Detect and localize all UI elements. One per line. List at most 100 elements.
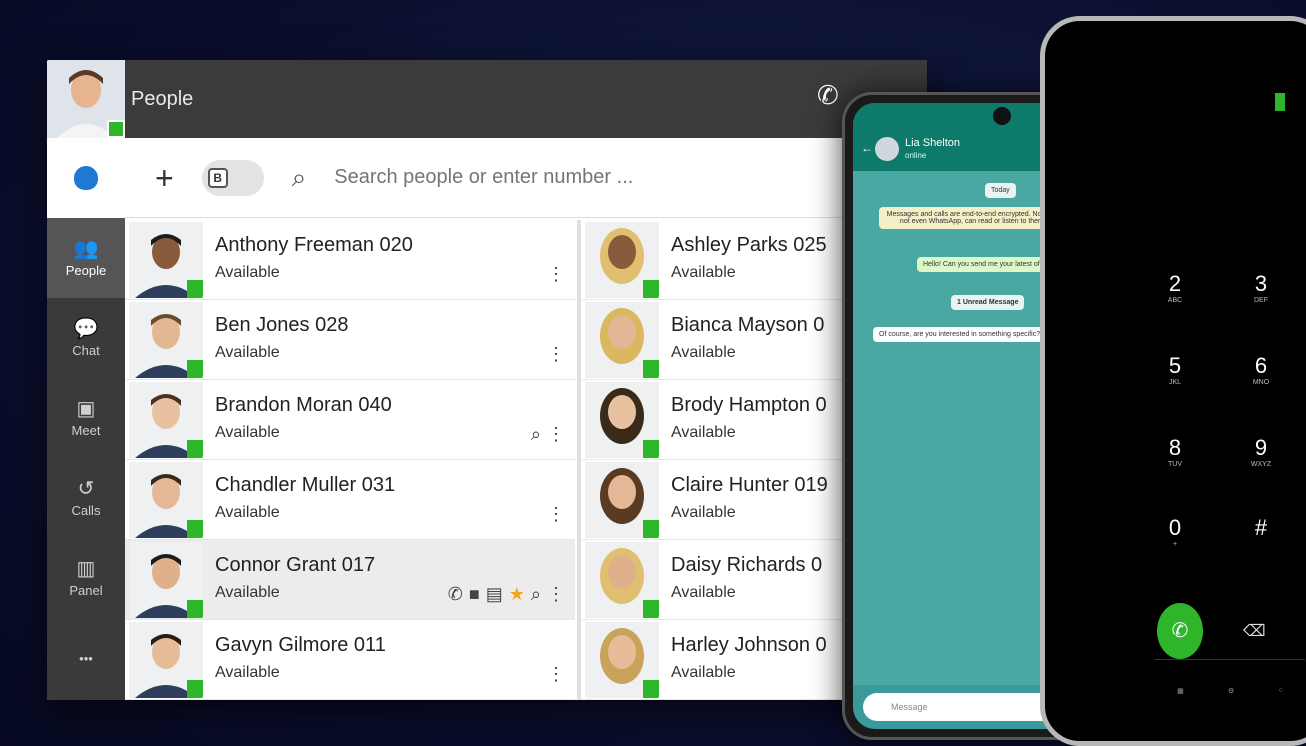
more-options-icon[interactable]: ⋮ <box>547 344 565 365</box>
chat-contact-status: online <box>905 151 927 160</box>
directory-toggle[interactable]: B <box>201 159 264 196</box>
contact-row[interactable]: Brandon Moran 040 Available ⌕ ⋮ <box>125 380 575 460</box>
more-options-icon[interactable]: ⋮ <box>547 664 565 685</box>
contact-status: Available <box>671 664 736 681</box>
rail-item-label: Panel <box>69 582 103 598</box>
contact-photo <box>129 302 203 378</box>
presence-indicator <box>187 680 203 698</box>
keypad-key[interactable]: 8 TUV <box>1155 435 1195 468</box>
rail-item-label: People <box>65 262 107 278</box>
rail-item-people[interactable]: 👥 People <box>47 218 125 298</box>
contact-row[interactable]: Ben Jones 028 Available ⋮ <box>125 300 575 380</box>
chat-icon[interactable]: ▤ <box>486 584 503 605</box>
panel-icon: ▥ <box>76 557 96 580</box>
presence-indicator <box>187 360 203 378</box>
search-icon[interactable]: ⌕ <box>531 584 541 605</box>
keypad-key[interactable]: 5 JKL <box>1155 353 1195 386</box>
my-avatar[interactable] <box>47 60 125 138</box>
presence-indicator <box>187 600 203 618</box>
contact-actions: ⋮ <box>547 664 565 685</box>
rail-item-meet[interactable]: ▣ Meet <box>47 378 125 458</box>
more-options-icon[interactable]: ⋮ <box>547 504 565 525</box>
unread-divider: 1 Unread Message <box>951 295 1025 310</box>
keypad-key[interactable]: 2 ABC <box>1155 271 1195 304</box>
contact-name: Bianca Mayson 0 <box>671 314 825 336</box>
keypad-key[interactable]: 0 + <box>1155 515 1195 548</box>
key-digit: # <box>1254 515 1268 540</box>
backspace-icon[interactable]: ⌫ <box>1243 621 1266 641</box>
star-icon[interactable]: ★ <box>509 584 525 605</box>
key-letters: + <box>1172 541 1178 548</box>
presence-indicator <box>187 280 203 298</box>
toggle-knob: B <box>207 167 228 188</box>
contact-photo <box>585 622 659 698</box>
contact-row[interactable]: Chandler Muller 031 Available ⋮ <box>125 460 575 540</box>
key-digit: 9 <box>1254 435 1268 460</box>
keypad-key[interactable]: # <box>1241 515 1281 541</box>
rail-item-panel[interactable]: ▥ Panel <box>47 538 125 618</box>
contact-photo <box>129 382 203 458</box>
call-icon[interactable]: ✆ <box>448 584 463 605</box>
more-options-icon[interactable]: ⋮ <box>547 264 565 285</box>
search-tab-icon[interactable]: ○ <box>1279 687 1283 694</box>
contact-row[interactable]: Anthony Freeman 020 Available ⋮ <box>125 220 575 300</box>
keypad-key[interactable]: 6 MNO <box>1241 353 1281 386</box>
rail-item-calls[interactable]: ↺ Calls <box>47 458 125 538</box>
contact-name: Ben Jones 028 <box>215 314 349 336</box>
contact-photo <box>585 462 659 538</box>
add-contact-button[interactable]: + <box>155 162 174 194</box>
contact-status: Available <box>671 264 736 281</box>
more-options-icon[interactable]: ⋮ <box>547 424 565 445</box>
settings-tab-icon[interactable]: ⚙ <box>1228 687 1234 695</box>
contact-status: Available <box>215 504 280 521</box>
desktop-app-window: People ✆ 👥 People 💬 Chat ▣ Meet ↺ Calls … <box>47 60 927 700</box>
contact-photo <box>585 222 659 298</box>
search-input[interactable] <box>334 166 715 189</box>
phone-icon[interactable]: ✆ <box>817 80 839 111</box>
people-toolbar: + B ⌕ <box>125 138 927 218</box>
contact-actions: ✆ ■ ▤ ★ ⌕ ⋮ <box>448 584 565 605</box>
contact-photo <box>585 542 659 618</box>
people-icon: 👥 <box>73 237 99 260</box>
search-icon[interactable]: ⌕ <box>292 162 307 194</box>
top-bar: People ✆ <box>47 60 927 138</box>
contact-actions: ⋮ <box>547 344 565 365</box>
more-options-icon[interactable]: ⋮ <box>547 584 565 605</box>
call-button[interactable]: ✆ <box>1157 603 1203 659</box>
keypad-tab-icon[interactable]: ▦ <box>1177 687 1184 695</box>
contact-actions: ⌕ ⋮ <box>531 424 565 445</box>
back-arrow-icon[interactable]: ← <box>861 141 873 155</box>
key-letters: WXYZ <box>1250 461 1272 468</box>
dialer-screen: ✆ ⌫ ▦ ⚙ ○ 2 ABC 3 DEF 5 JKL 6 MNO 8 TUV 9 WXYZ 0 + # <box>1055 31 1306 731</box>
contact-name: Daisy Richards 0 <box>671 554 823 576</box>
key-letters: DEF <box>1254 297 1268 304</box>
chat-contact-avatar[interactable] <box>875 137 899 161</box>
contact-photo <box>585 302 659 378</box>
contact-row[interactable]: Gavyn Gilmore 011 Available ⋮ <box>125 620 575 700</box>
contact-actions: ⋮ <box>547 264 565 285</box>
rail-item-chat[interactable]: 💬 Chat <box>47 298 125 378</box>
contact-photo <box>129 622 203 698</box>
rail-item-more[interactable]: ••• <box>47 618 125 698</box>
my-status-indicator <box>107 120 125 138</box>
chat-icon: 💬 <box>73 317 99 340</box>
contact-status: Available <box>215 664 280 681</box>
video-icon[interactable]: ■ <box>469 584 480 605</box>
presence-indicator <box>643 600 659 618</box>
presence-indicator <box>643 360 659 378</box>
contact-name: Claire Hunter 019 <box>671 474 828 496</box>
contact-status: Available <box>215 584 280 601</box>
key-digit: 2 <box>1168 271 1182 296</box>
keypad-key[interactable]: 3 DEF <box>1241 271 1281 304</box>
contact-name: Brandon Moran 040 <box>215 394 392 416</box>
rail-item-label: Chat <box>72 342 100 358</box>
key-letters: MNO <box>1252 379 1270 386</box>
contact-photo <box>129 222 203 298</box>
contact-status: Available <box>671 424 736 441</box>
search-icon[interactable]: ⌕ <box>531 424 541 445</box>
contact-column-left: Anthony Freeman 020 Available ⋮ Ben Jones 0… <box>125 220 575 700</box>
contact-row[interactable]: Connor Grant 017 Available ✆ ■ ▤ ★ ⌕ ⋮ <box>125 540 575 620</box>
presence-indicator <box>187 520 203 538</box>
contact-photo <box>129 462 203 538</box>
keypad-key[interactable]: 9 WXYZ <box>1241 435 1281 468</box>
